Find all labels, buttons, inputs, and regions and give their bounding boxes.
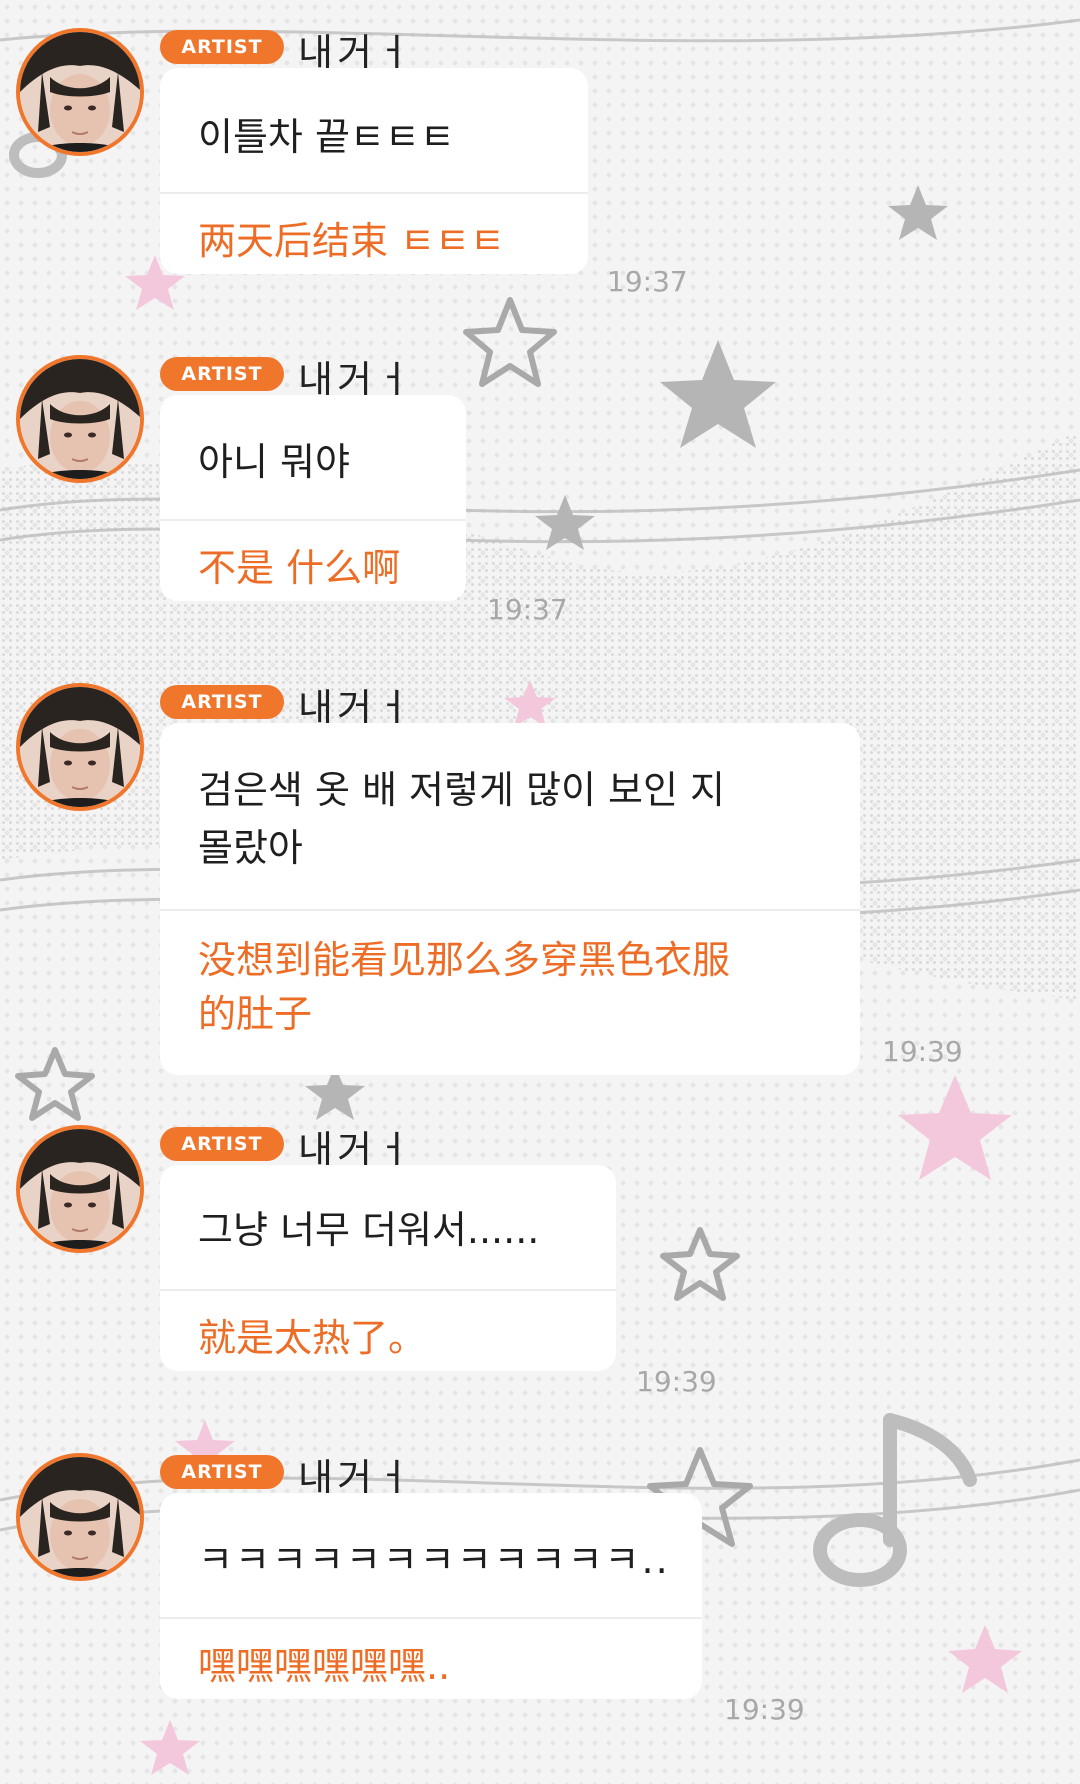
profile-photo-icon xyxy=(20,687,140,807)
chinese-translation: 嘿嘿嘿嘿嘿嘿.. xyxy=(198,1644,451,1688)
divider xyxy=(160,1289,616,1291)
korean-text: ㅋㅋㅋㅋㅋㅋㅋㅋㅋㅋㅋㅋ.. xyxy=(198,1538,670,1582)
message-bubble[interactable]: 검은색 옷 배 저렇게 많이 보인 지 몰랐아 没想到能看见那么多穿黑色衣服 的… xyxy=(160,723,860,1075)
profile-photo-icon xyxy=(20,1457,140,1577)
korean-text: 이틀차 끝ㅌㅌㅌ xyxy=(198,115,455,159)
avatar[interactable] xyxy=(16,1453,144,1581)
korean-text: 그냥 너무 더워서...... xyxy=(198,1208,540,1252)
avatar[interactable] xyxy=(16,1125,144,1253)
artist-badge: ARTIST xyxy=(160,685,284,719)
profile-photo-icon xyxy=(20,1129,140,1249)
chinese-translation: 没想到能看见那么多穿黑色衣服 的肚子 xyxy=(198,938,731,1036)
artist-badge: ARTIST xyxy=(160,30,284,64)
message-bubble[interactable]: 그냥 너무 더워서...... 就是太热了。 xyxy=(160,1165,616,1371)
korean-text: 아니 뭐야 xyxy=(198,440,350,484)
divider xyxy=(160,519,466,521)
artist-badge: ARTIST xyxy=(160,357,284,391)
avatar[interactable] xyxy=(16,28,144,156)
profile-photo-icon xyxy=(20,32,140,152)
message-bubble[interactable]: 이틀차 끝ㅌㅌㅌ 两天后结束 ㅌㅌㅌ xyxy=(160,68,588,274)
divider xyxy=(160,909,860,911)
divider xyxy=(160,1617,702,1619)
chinese-translation: 两天后结束 ㅌㅌㅌ xyxy=(198,219,505,263)
avatar[interactable] xyxy=(16,355,144,483)
timestamp: 19:39 xyxy=(636,1365,717,1398)
divider xyxy=(160,192,588,194)
message-bubble[interactable]: 아니 뭐야 不是 什么啊 xyxy=(160,395,466,601)
korean-text: 검은색 옷 배 저렇게 많이 보인 지 몰랐아 xyxy=(198,768,725,870)
chinese-translation: 不是 什么啊 xyxy=(198,546,401,590)
timestamp: 19:39 xyxy=(724,1693,805,1726)
artist-badge: ARTIST xyxy=(160,1455,284,1489)
chinese-translation: 就是太热了。 xyxy=(198,1316,427,1360)
timestamp: 19:37 xyxy=(487,593,568,626)
message-bubble[interactable]: ㅋㅋㅋㅋㅋㅋㅋㅋㅋㅋㅋㅋ.. 嘿嘿嘿嘿嘿嘿.. xyxy=(160,1493,702,1699)
avatar[interactable] xyxy=(16,683,144,811)
timestamp: 19:37 xyxy=(607,265,688,298)
timestamp: 19:39 xyxy=(882,1035,963,1068)
profile-photo-icon xyxy=(20,359,140,479)
artist-badge: ARTIST xyxy=(160,1127,284,1161)
